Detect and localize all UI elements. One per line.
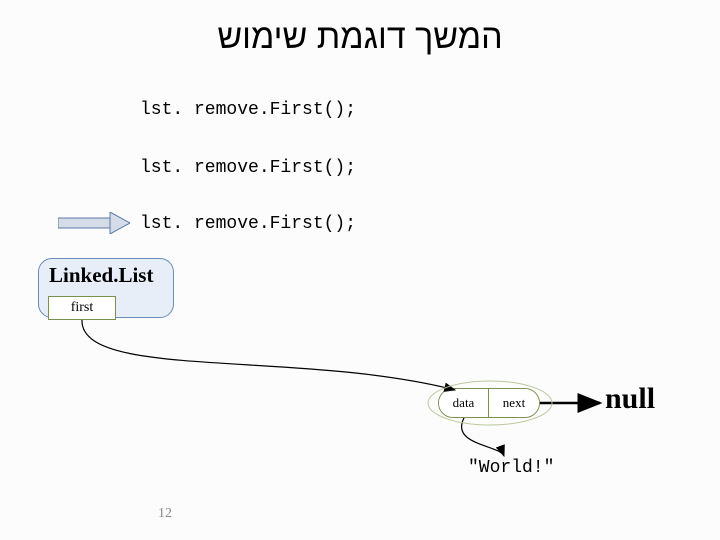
- code-line-1: lst. remove.First();: [140, 100, 356, 120]
- code-line-3: lst. remove.First();: [140, 214, 356, 234]
- linked-list-label: Linked.List: [49, 263, 153, 288]
- null-label: null: [605, 382, 655, 416]
- node-next-cell: next: [489, 389, 539, 417]
- node-data-cell: data: [439, 389, 489, 417]
- data-value: "World!": [468, 458, 554, 478]
- page-number: 12: [158, 506, 172, 522]
- first-field: first: [48, 296, 116, 320]
- slide-title: המשך דוגמת שימוש: [0, 18, 720, 57]
- code-line-2: lst. remove.First();: [140, 158, 356, 178]
- arrow-right-icon: [58, 212, 130, 234]
- list-node: data next: [438, 388, 540, 418]
